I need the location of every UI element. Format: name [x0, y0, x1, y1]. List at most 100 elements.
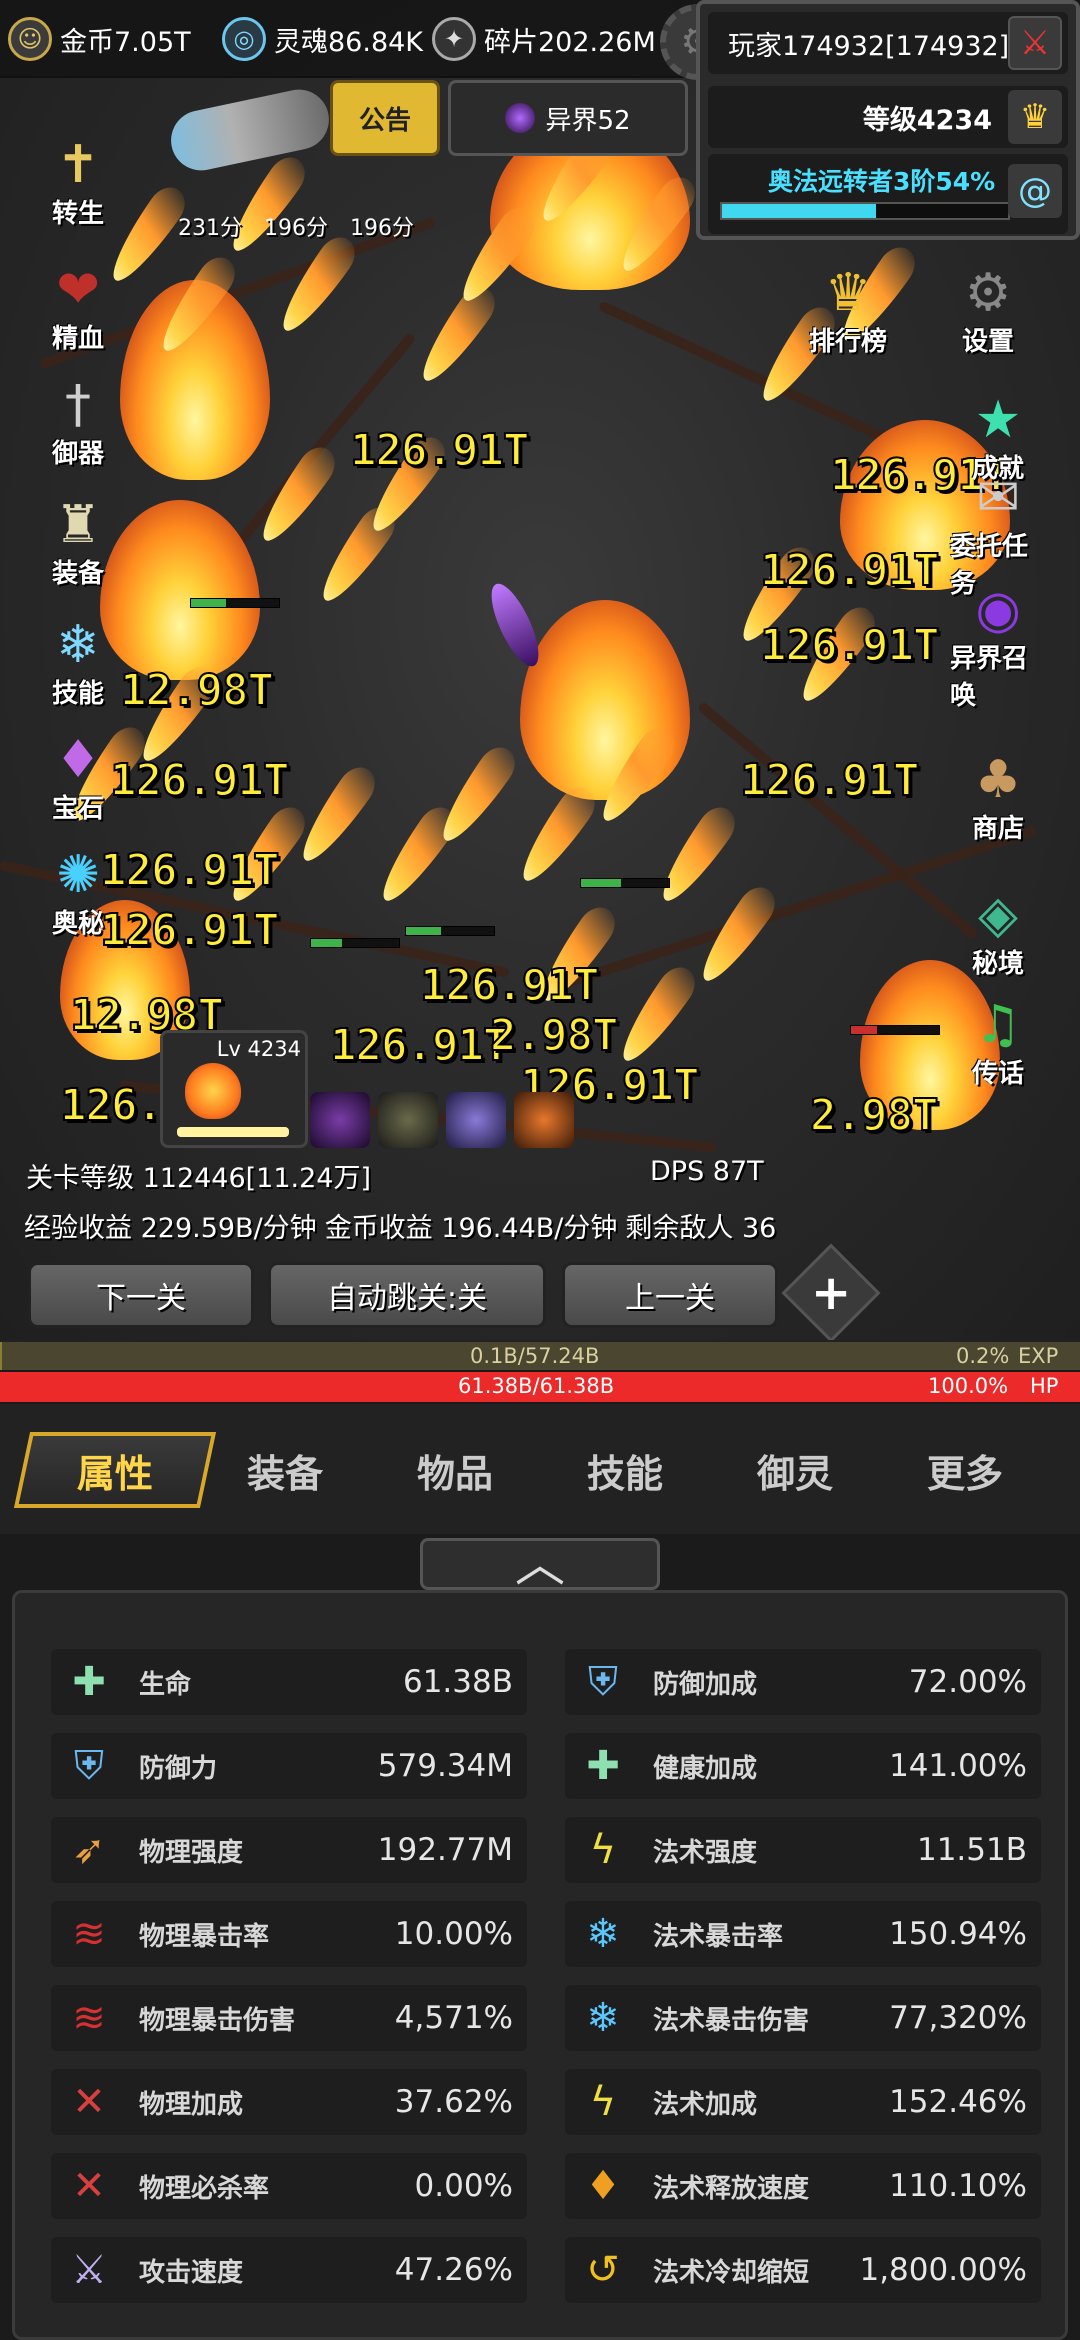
stage-level: 关卡等级 112446[11.24万]	[26, 1163, 372, 1194]
prev-stage-button[interactable]: 上一关	[562, 1262, 778, 1328]
tab-attributes[interactable]: 属性	[13, 1432, 217, 1508]
flame-skill-icon[interactable]	[514, 1092, 574, 1148]
menu-label: 奥秘	[51, 909, 104, 939]
orb-skill-icon[interactable]	[378, 1092, 438, 1148]
shard-icon: ✦	[432, 17, 476, 61]
notice-button[interactable]: 公告	[330, 80, 440, 156]
hero-portrait[interactable]: Lv 4234	[160, 1030, 308, 1148]
damage-number: 126.91T	[109, 754, 290, 807]
stat-name: 防御力	[139, 1753, 218, 1784]
cross-plus-icon: ✚	[72, 1659, 106, 1705]
menu-ice-crystal-button[interactable]: ❄ 技能	[30, 610, 126, 710]
prev-stage-label: 上一关	[625, 1281, 715, 1316]
stat-name: 物理暴击率	[139, 1921, 270, 1952]
main-tabs: 属性 装备 物品 技能 御灵 更多	[0, 1404, 1080, 1534]
stat-name: 物理强度	[139, 1837, 244, 1868]
menu-gear-button[interactable]: ⚙ 设置	[940, 258, 1036, 358]
stat-row: ⛨ 防御力 579.34M	[51, 1733, 527, 1799]
stat-value: 61.38B	[402, 1664, 513, 1700]
claw-icon: ≋	[72, 1995, 106, 2041]
swords-icon: ⚔	[71, 2247, 107, 2293]
menu-bag-button[interactable]: ♣ 商店	[950, 745, 1046, 845]
otherworld-button[interactable]: 异界52	[448, 80, 688, 156]
stat-value: 0.00%	[414, 2168, 513, 2204]
menu-label: 异界召唤	[950, 644, 1029, 711]
portal-icon	[505, 103, 536, 133]
shard-value: 碎片202.26M	[484, 26, 656, 58]
gem-bag-icon: ♦	[54, 730, 102, 790]
shadow-skill-icon[interactable]	[310, 1092, 370, 1148]
soul-icon: ◎	[222, 17, 266, 61]
buff-timer: 231分	[178, 216, 242, 241]
stat-row: ⚔ 攻击速度 47.26%	[51, 2237, 527, 2303]
stat-row: ✚ 生命 61.38B	[51, 1649, 527, 1715]
crossed-swords-icon[interactable]: ⚔	[1008, 16, 1062, 70]
damage-number: 126.91T	[329, 1019, 510, 1072]
stat-value: 47.26%	[394, 2252, 513, 2288]
menu-portal-button[interactable]: ◉ 异界召唤	[950, 582, 1046, 712]
player-title: 奥法远转者3阶54%	[768, 167, 996, 196]
exp-value: 0.1B/57.24B	[470, 1344, 600, 1368]
tab-more-label: 更多	[926, 1451, 1003, 1496]
stat-name: 法术冷却缩短	[653, 2257, 810, 2288]
menu-mirror-button[interactable]: ◈ 秘境	[950, 880, 1046, 980]
shield-icon: ⛨	[588, 1659, 618, 1705]
menu-label: 宝石	[51, 794, 104, 824]
gold-resource: ☺ 金币7.05T	[8, 14, 191, 64]
flame-gem-icon: ♦	[585, 2163, 621, 2209]
menu-label: 设置	[961, 327, 1014, 357]
menu-label: 秘境	[971, 949, 1024, 979]
sword-icon: †	[65, 375, 91, 435]
tab-equipment[interactable]: 装备	[220, 1432, 350, 1508]
swirl-icon: @	[1008, 164, 1062, 218]
rune-skill-icon[interactable]	[446, 1092, 506, 1148]
stat-value: 37.62%	[394, 2084, 513, 2120]
buff-timer: 196分	[350, 216, 414, 241]
gear-icon: ⚙	[964, 263, 1012, 323]
collapse-handle[interactable]: ︿	[420, 1538, 660, 1590]
scroll-icon: ✉	[976, 468, 1020, 528]
menu-label: 商店	[971, 814, 1024, 844]
stat-name: 物理暴击伤害	[139, 2005, 296, 2036]
title-progress-bar	[720, 202, 1010, 220]
menu-sword-cross-button[interactable]: ✝ 转生	[30, 130, 126, 230]
stat-value: 77,320%	[889, 2000, 1027, 2036]
menu-helmet-button[interactable]: ♜ 装备	[30, 490, 126, 590]
stat-name: 法术释放速度	[653, 2173, 810, 2204]
menu-blood-button[interactable]: ❤ 精血	[30, 255, 126, 355]
exp-percent: 0.2%	[956, 1344, 1010, 1368]
damage-number: 126.91T	[759, 544, 940, 597]
blood-icon: ❤	[56, 260, 100, 320]
stat-row: ≋ 物理暴击伤害 4,571%	[51, 1985, 527, 2051]
menu-label: 装备	[51, 559, 104, 589]
menu-sword-button[interactable]: † 御器	[30, 370, 126, 470]
return-arrow-icon: ↺	[586, 2247, 620, 2293]
attribute-panel: ✚ 生命 61.38B ⛨ 防御加成 72.00% ⛨ 防御力 579.34M ✚ 健康加成 141.…	[12, 1590, 1068, 2340]
menu-label: 排行榜	[808, 327, 887, 357]
damage-number: 2.98T	[489, 1009, 619, 1062]
menu-swirl-button[interactable]: ✺ 奥秘	[30, 840, 126, 940]
stat-value: 72.00%	[908, 1664, 1027, 1700]
auto-skip-button[interactable]: 自动跳关:关	[268, 1262, 546, 1328]
menu-gem-bag-button[interactable]: ♦ 宝石	[30, 725, 126, 825]
menu-label: 精血	[51, 324, 104, 354]
stat-row: ♦ 法术释放速度 110.10%	[565, 2153, 1041, 2219]
exp-bar: 0.1B/57.24B 0.2% EXP	[0, 1340, 1080, 1370]
stat-value: 4,571%	[394, 2000, 513, 2036]
mirror-icon: ◈	[978, 885, 1018, 945]
helmet-icon: ♜	[54, 495, 102, 555]
menu-horn-button[interactable]: ♫ 传话	[950, 990, 1046, 1090]
menu-label: 技能	[51, 679, 104, 709]
tab-items[interactable]: 物品	[390, 1432, 520, 1508]
menu-trophy-button[interactable]: ♛ 排行榜	[800, 258, 896, 358]
tab-more[interactable]: 更多	[900, 1432, 1030, 1508]
tab-skills[interactable]: 技能	[560, 1432, 690, 1508]
tab-attributes-label: 属性	[76, 1451, 153, 1496]
lightning-icon: ϟ	[589, 2079, 617, 2125]
next-stage-button[interactable]: 下一关	[28, 1262, 254, 1328]
enemies-left: 剩余敌人 36	[625, 1213, 777, 1244]
tab-spirits[interactable]: 御灵	[730, 1432, 860, 1508]
damage-number: 126.91T	[349, 424, 530, 477]
stat-value: 192.77M	[377, 1832, 513, 1868]
exp-tag: EXP	[1018, 1344, 1059, 1368]
